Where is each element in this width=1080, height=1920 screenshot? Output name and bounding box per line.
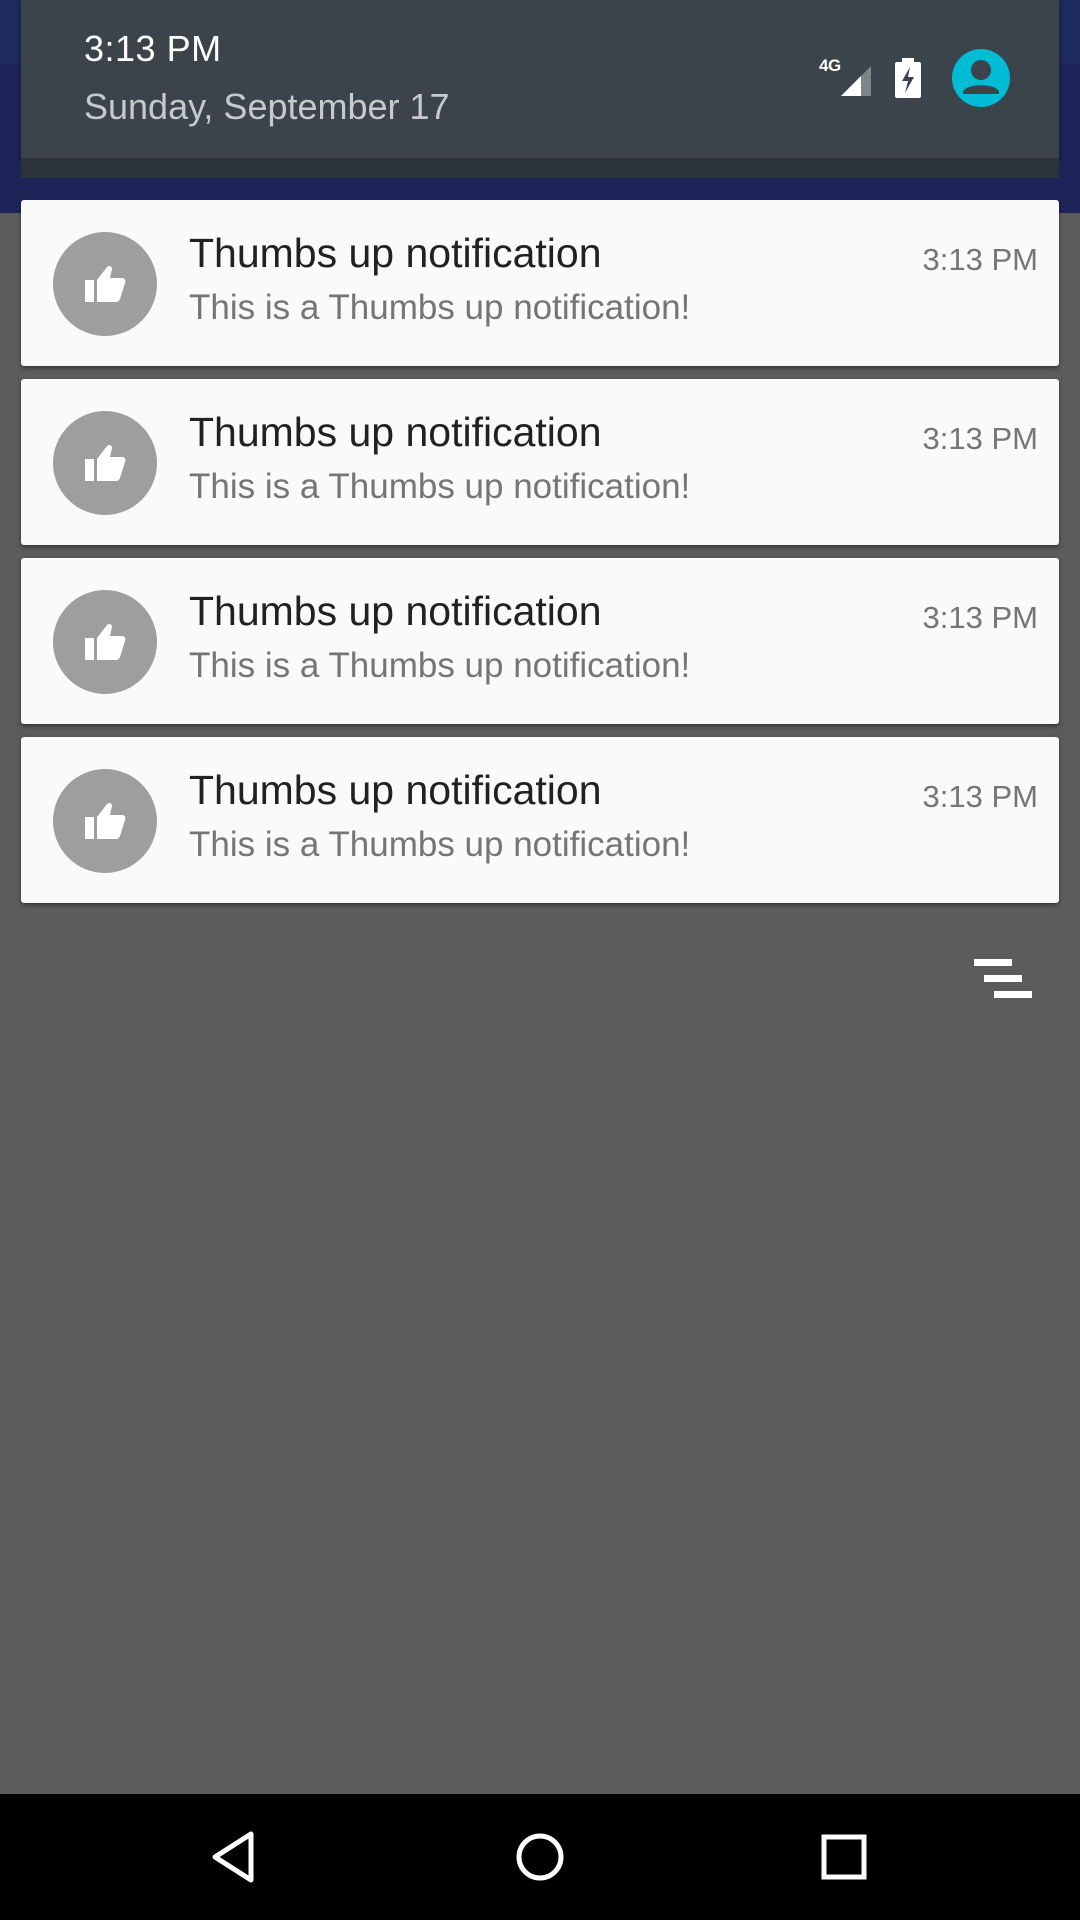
header-date[interactable]: Sunday, September 17 [84,86,450,128]
notification-title: Thumbs up notification [189,588,602,634]
notification-shade-screen: 3:13 PM Sunday, September 17 4G Thumbs u… [0,0,1080,1920]
notification-text: This is a Thumbs up notification! [189,288,691,327]
recents-icon[interactable] [811,1824,877,1890]
header-clock[interactable]: 3:13 PM [84,28,222,70]
signal-icon: 4G [819,56,875,100]
notification-card[interactable]: Thumbs up notification This is a Thumbs … [21,737,1059,903]
account-icon[interactable] [951,48,1011,108]
back-icon[interactable] [203,1824,269,1890]
notification-text: This is a Thumbs up notification! [189,825,691,864]
notification-text: This is a Thumbs up notification! [189,646,691,685]
notification-title: Thumbs up notification [189,230,602,276]
thumbs-up-icon [53,232,157,336]
notification-card[interactable]: Thumbs up notification This is a Thumbs … [21,379,1059,545]
header-status-icons: 4G [819,48,1011,108]
notification-time: 3:13 PM [922,421,1038,456]
battery-charging-icon [895,58,921,98]
notification-title: Thumbs up notification [189,767,602,813]
thumbs-up-icon [53,411,157,515]
notification-time: 3:13 PM [922,242,1038,277]
thumbs-up-icon [53,590,157,694]
notification-title: Thumbs up notification [189,409,602,455]
thumbs-up-icon [53,769,157,873]
header-shadow-lip [21,158,1059,178]
navigation-bar [0,1794,1080,1920]
notification-text: This is a Thumbs up notification! [189,467,691,506]
notification-card[interactable]: Thumbs up notification This is a Thumbs … [21,200,1059,366]
clear-all-icon[interactable] [970,955,1036,1005]
quick-settings-header[interactable]: 3:13 PM Sunday, September 17 4G [21,0,1059,158]
home-icon[interactable] [507,1824,573,1890]
notification-card[interactable]: Thumbs up notification This is a Thumbs … [21,558,1059,724]
notification-time: 3:13 PM [922,600,1038,635]
notification-time: 3:13 PM [922,779,1038,814]
